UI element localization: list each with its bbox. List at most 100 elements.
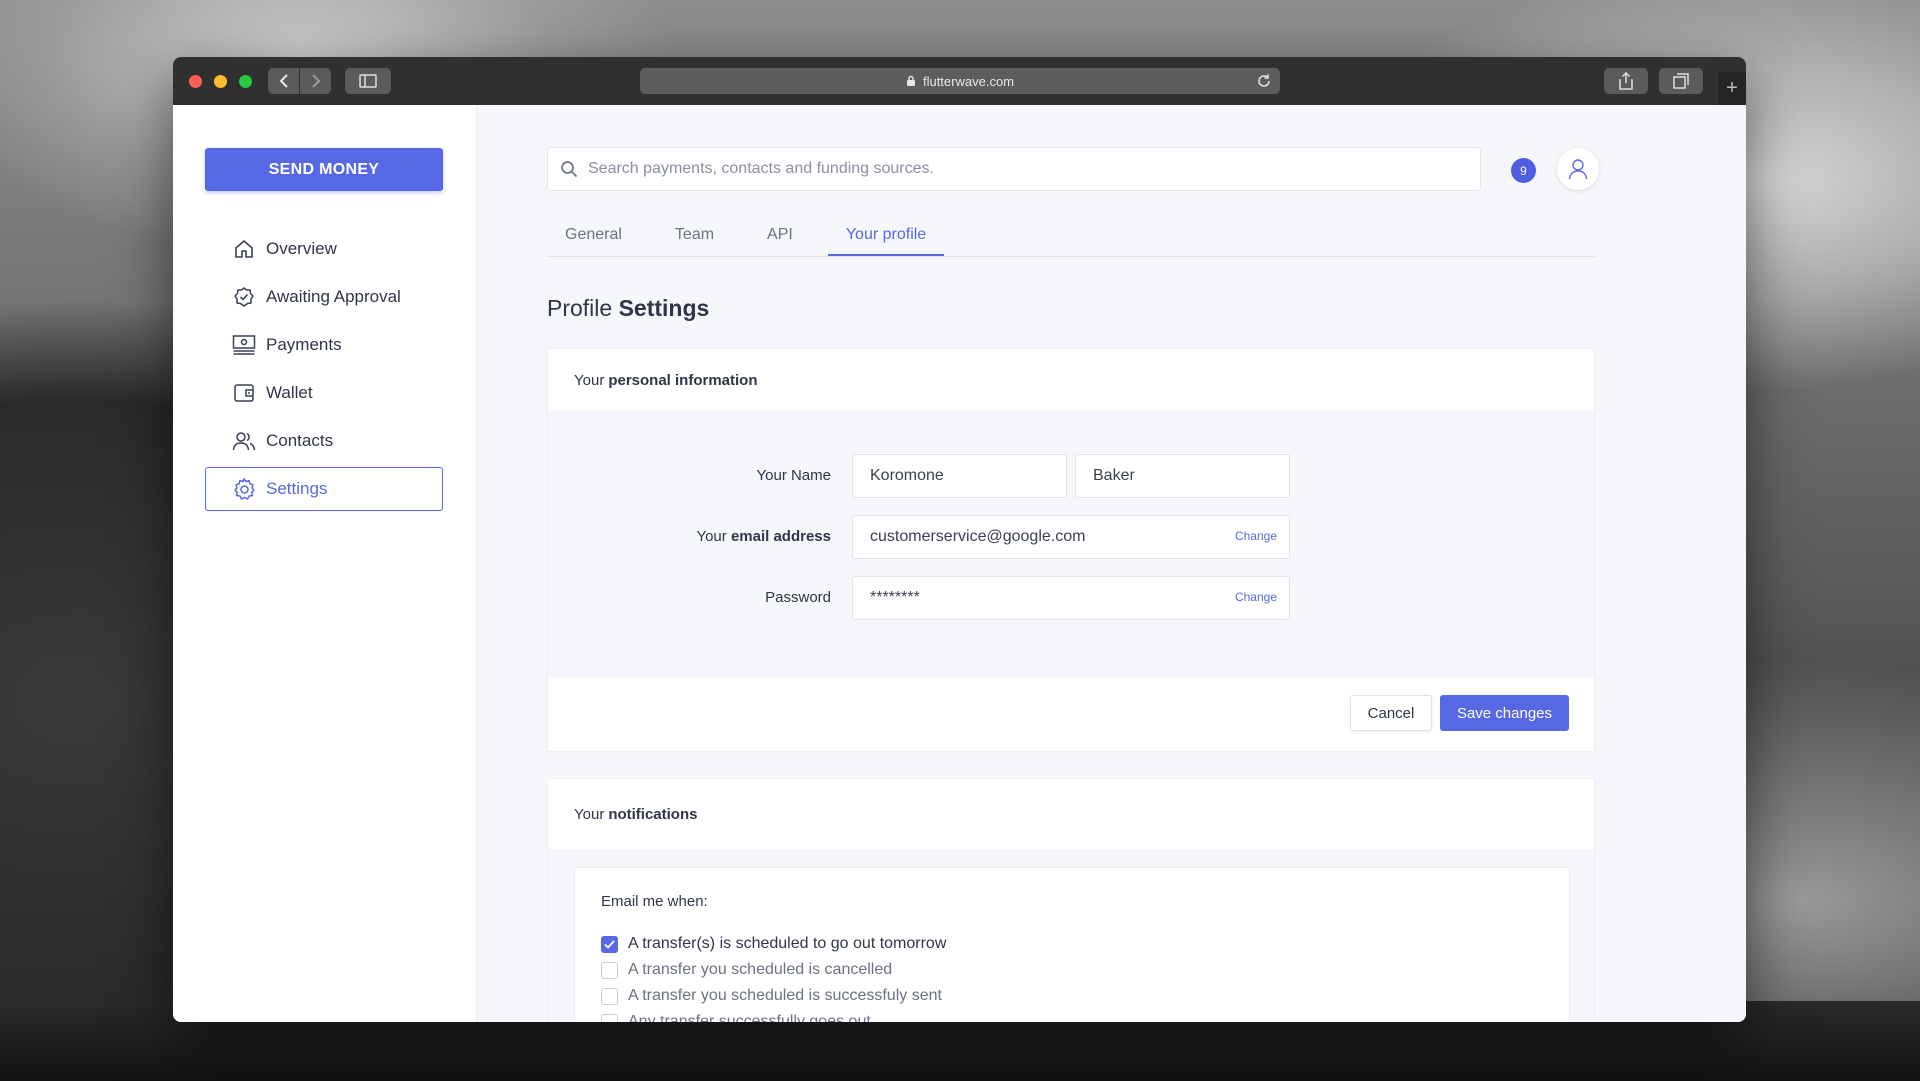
heading-bold: personal information	[608, 371, 758, 389]
option-label: A transfer you scheduled is successfuly …	[628, 987, 942, 1004]
home-icon	[232, 237, 256, 261]
notify-option-scheduled-tomorrow[interactable]: A transfer(s) is scheduled to go out tom…	[601, 932, 946, 956]
notify-option-any-transfer[interactable]: Any transfer successfully goes out	[601, 1010, 871, 1022]
check-icon	[604, 939, 615, 949]
settings-tabs: General Team API Your profile	[547, 216, 1595, 257]
name-row: Your Name Koromone Baker	[548, 454, 1594, 498]
tab-api[interactable]: API	[749, 216, 811, 256]
first-name-field[interactable]: Koromone	[852, 454, 1067, 498]
history-navigation	[268, 68, 331, 94]
password-field[interactable]: ******** Change	[852, 576, 1290, 620]
page-title: Profile Settings	[547, 295, 709, 322]
first-name-value: Koromone	[870, 467, 944, 484]
page-title-prefix: Profile	[547, 295, 613, 321]
forward-button[interactable]	[300, 68, 331, 94]
sidebar-item-awaiting-approval[interactable]: Awaiting Approval	[205, 275, 443, 319]
minimize-window-button[interactable]	[214, 75, 227, 88]
check-badge-icon	[232, 285, 256, 309]
search-input[interactable]: Search payments, contacts and funding so…	[588, 160, 934, 178]
chevron-left-icon	[279, 74, 288, 88]
sidebar-item-contacts[interactable]: Contacts	[205, 419, 443, 463]
address-bar[interactable]: flutterwave.com	[640, 68, 1280, 94]
avatar[interactable]	[1557, 148, 1599, 190]
tab-general[interactable]: General	[547, 216, 640, 256]
tabs-icon	[1673, 73, 1689, 89]
sidebar-item-label: Settings	[266, 479, 328, 498]
personal-info-actions: Cancel Save changes	[548, 677, 1594, 751]
share-button[interactable]	[1604, 68, 1648, 94]
search-icon	[561, 161, 578, 178]
sidebar-item-label: Payments	[266, 335, 342, 354]
heading-prefix: Your	[574, 371, 605, 389]
heading-bold: notifications	[608, 805, 698, 823]
sidebar-item-payments[interactable]: Payments	[205, 323, 443, 367]
url-text: flutterwave.com	[922, 73, 1015, 89]
sidebar: SEND MONEY Overview Awaiting Approval Pa…	[173, 105, 477, 1022]
lock-icon	[906, 75, 916, 87]
sidebar-item-label: Wallet	[266, 383, 313, 402]
tab-your-profile[interactable]: Your profile	[827, 216, 945, 256]
email-value: customerservice@google.com	[870, 528, 1086, 545]
sidebar-item-overview[interactable]: Overview	[205, 227, 443, 271]
save-changes-button[interactable]: Save changes	[1440, 695, 1569, 731]
email-field[interactable]: customerservice@google.com Change	[852, 515, 1290, 559]
notification-badge[interactable]: 9	[1511, 158, 1536, 183]
main-panel: Search payments, contacts and funding so…	[477, 105, 1746, 1022]
zoom-window-button[interactable]	[239, 75, 252, 88]
notifications-card: Your notifications Email me when: A tran…	[547, 778, 1595, 1022]
sidebar-item-settings[interactable]: Settings	[205, 467, 443, 511]
option-label: A transfer you scheduled is cancelled	[628, 961, 893, 978]
notify-option-successfully-sent[interactable]: A transfer you scheduled is successfuly …	[601, 984, 942, 1008]
name-label: Your Name	[756, 467, 832, 484]
send-money-button[interactable]: SEND MONEY	[205, 148, 443, 191]
browser-window: flutterwave.com + SEND MONEY Overview Aw…	[173, 57, 1746, 1022]
email-row: Your email address customerservice@googl…	[548, 515, 1594, 559]
browser-titlebar: flutterwave.com +	[173, 57, 1746, 105]
app-content: SEND MONEY Overview Awaiting Approval Pa…	[173, 105, 1746, 1022]
gear-icon	[232, 477, 256, 501]
email-label-bold: email address	[730, 528, 831, 545]
back-button[interactable]	[268, 68, 299, 94]
notify-option-cancelled[interactable]: A transfer you scheduled is cancelled	[601, 958, 892, 982]
sidebar-item-label: Overview	[266, 239, 337, 258]
change-email-link[interactable]: Change	[1235, 529, 1277, 543]
password-label: Password	[765, 589, 831, 606]
notifications-body: Email me when: A transfer(s) is schedule…	[548, 849, 1594, 1022]
checkbox[interactable]	[601, 1013, 618, 1022]
tab-team[interactable]: Team	[657, 216, 732, 256]
sidebar-item-label: Awaiting Approval	[266, 287, 401, 306]
sidebar-toggle-button[interactable]	[345, 68, 391, 94]
new-tab-button[interactable]: +	[1718, 72, 1746, 105]
option-label: A transfer(s) is scheduled to go out tom…	[628, 935, 947, 952]
email-preferences-panel: Email me when: A transfer(s) is schedule…	[574, 867, 1570, 1022]
sidebar-icon	[359, 74, 377, 88]
close-window-button[interactable]	[189, 75, 202, 88]
page-title-bold: Settings	[618, 295, 710, 321]
show-tabs-button[interactable]	[1659, 68, 1703, 94]
reload-icon[interactable]	[1256, 73, 1272, 89]
checkbox[interactable]	[601, 961, 618, 979]
option-label: Any transfer successfully goes out	[628, 1013, 871, 1022]
email-label-prefix: Your	[696, 528, 727, 545]
personal-info-heading: Your personal information	[548, 349, 1594, 411]
change-password-link[interactable]: Change	[1235, 590, 1277, 604]
sidebar-item-wallet[interactable]: Wallet	[205, 371, 443, 415]
checkbox[interactable]	[601, 987, 618, 1005]
last-name-value: Baker	[1093, 467, 1135, 484]
sidebar-nav: Overview Awaiting Approval Payments Wall…	[205, 227, 443, 515]
wallet-icon	[232, 381, 256, 405]
password-row: Password ******** Change	[548, 576, 1594, 620]
cancel-button[interactable]: Cancel	[1350, 695, 1432, 731]
last-name-field[interactable]: Baker	[1075, 454, 1290, 498]
share-icon	[1619, 72, 1633, 90]
contacts-icon	[232, 429, 256, 453]
personal-info-card: Your personal information Your Name Koro…	[547, 348, 1595, 752]
password-value: ********	[870, 589, 920, 606]
plus-icon: +	[1726, 77, 1738, 99]
checkbox-checked[interactable]	[601, 935, 618, 953]
chevron-right-icon	[311, 74, 320, 88]
email-label: Your email address	[696, 515, 831, 559]
notifications-heading: Your notifications	[548, 779, 1594, 849]
search-bar[interactable]: Search payments, contacts and funding so…	[547, 147, 1481, 191]
personal-info-form: Your Name Koromone Baker Your email addr…	[548, 411, 1594, 679]
